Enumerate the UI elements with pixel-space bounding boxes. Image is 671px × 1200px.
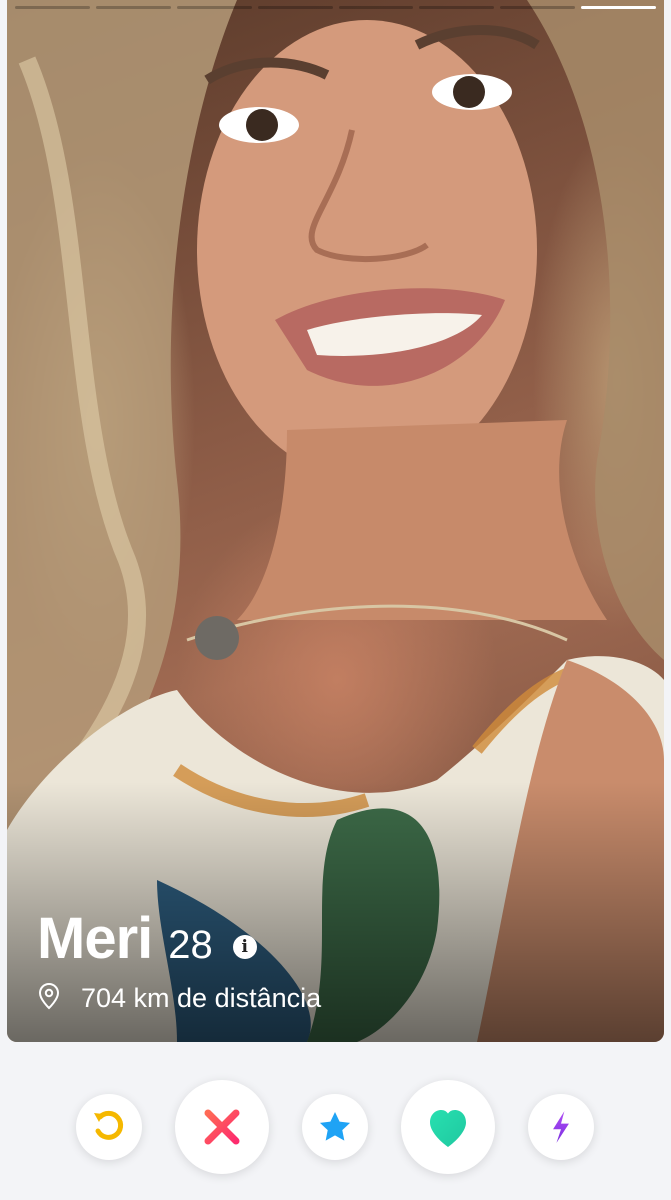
location-pin-icon [37, 982, 61, 1015]
photo-progress-segment[interactable] [95, 6, 171, 9]
profile-info: Meri 28 i 704 km de distância [37, 905, 321, 1015]
profile-age: 28 [168, 923, 213, 967]
star-icon [316, 1108, 354, 1146]
super-like-button[interactable] [302, 1094, 368, 1160]
lightning-icon [548, 1110, 574, 1144]
photo-progress-segment[interactable] [176, 6, 252, 9]
photo-progress-segment[interactable] [257, 6, 333, 9]
x-icon [201, 1106, 243, 1148]
photo-progress-segment[interactable] [338, 6, 414, 9]
profile-card[interactable]: Meri 28 i 704 km de distância [7, 0, 664, 1042]
photo-progress-segment[interactable] [581, 6, 656, 9]
profile-name: Meri [37, 906, 153, 971]
action-bar [0, 1080, 671, 1175]
rewind-button[interactable] [76, 1094, 142, 1160]
like-button[interactable] [401, 1080, 495, 1174]
photo-progress-segment[interactable] [15, 6, 90, 9]
boost-button[interactable] [528, 1094, 594, 1160]
heart-icon [424, 1105, 472, 1149]
info-icon[interactable]: i [232, 935, 257, 959]
rewind-icon [90, 1108, 128, 1146]
photo-progress-segment[interactable] [500, 6, 576, 9]
photo-progress-segment[interactable] [419, 6, 495, 9]
nope-button[interactable] [175, 1080, 269, 1174]
profile-distance: 704 km de distância [81, 983, 322, 1013]
photo-progress-bar [15, 6, 656, 11]
